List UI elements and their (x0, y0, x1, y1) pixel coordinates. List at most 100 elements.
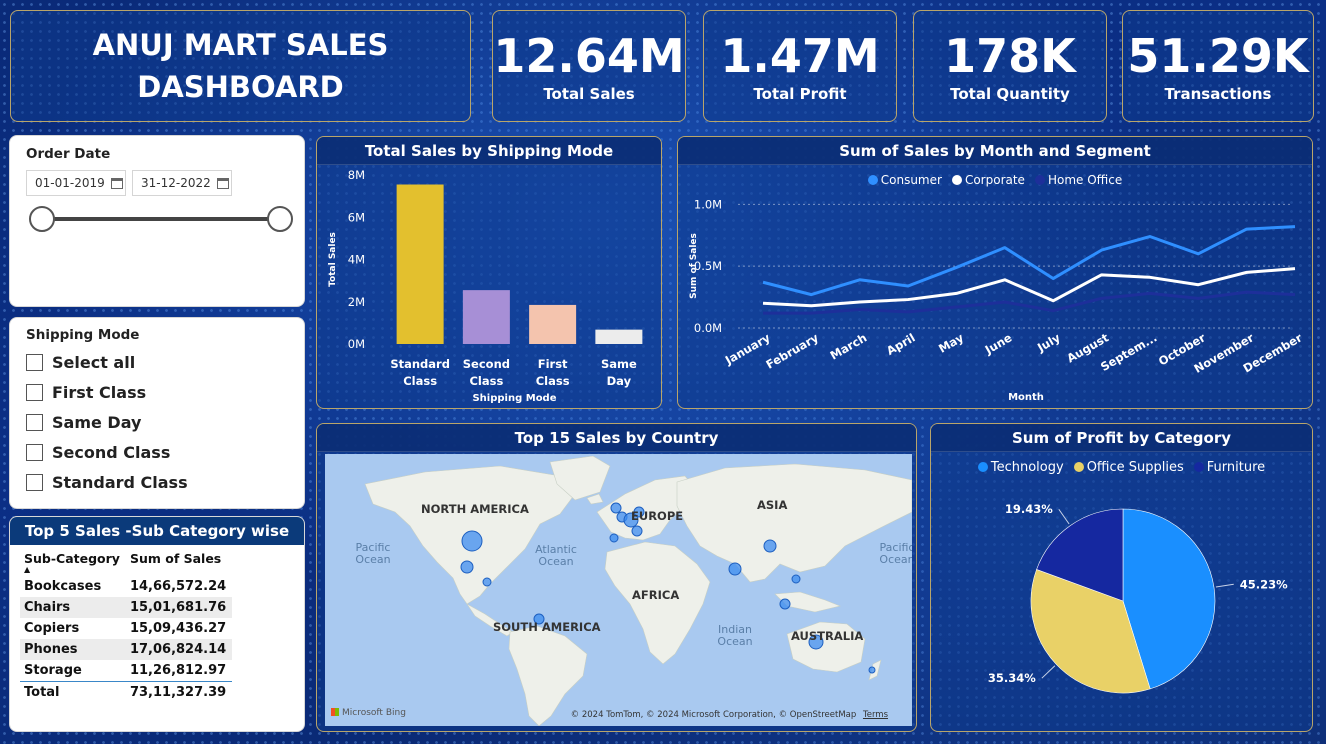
start-date-input[interactable]: 01-01-2019 (26, 170, 126, 196)
map-bubble (728, 562, 742, 576)
option-label: Second Class (52, 442, 171, 462)
y-axis-label: Total Sales (328, 232, 338, 287)
country-sales-map: Top 15 Sales by Country NORTH AMERICA EU… (316, 423, 917, 732)
map-bubble (461, 530, 483, 552)
series-line[interactable] (762, 225, 1296, 297)
bing-logo-icon (331, 708, 339, 716)
table-row[interactable]: Copiers 15,09,436.27 (20, 618, 232, 639)
kpi-total-profit: 1.47M Total Profit (703, 10, 897, 122)
slicer-option-select-all[interactable]: Select all (26, 347, 304, 377)
slicer-option-same-day[interactable]: Same Day (26, 407, 304, 437)
land-africa (604, 541, 711, 665)
ocean-label: Pacific Ocean (879, 541, 912, 566)
option-label: First Class (52, 382, 147, 402)
shipping-mode-slicer: Shipping Mode Select all First Class Sam… (9, 317, 305, 509)
y-axis-label: Sum of Sales (689, 233, 699, 299)
end-date-input[interactable]: 31-12-2022 (132, 170, 232, 196)
sort-ascending-icon[interactable]: ▲ (24, 566, 120, 574)
x-tick-label: March (828, 330, 870, 362)
leader-line (1215, 583, 1234, 588)
calendar-icon[interactable] (216, 177, 229, 189)
bar[interactable] (529, 304, 577, 344)
dashboard-title-card: ANUJ MART SALES DASHBOARD (10, 10, 471, 122)
slicer-option-standard-class[interactable]: Standard Class (26, 467, 304, 497)
option-label: Standard Class (52, 472, 188, 492)
checkbox[interactable] (26, 443, 43, 461)
series-line[interactable] (762, 267, 1296, 308)
x-axis-label: Month (1008, 392, 1044, 403)
sales-table: Sub-Category ▲ Sum of Sales Bookcases 14,6… (20, 549, 233, 703)
leader-line (1058, 508, 1070, 525)
world-map-svg (364, 455, 912, 726)
pie-chart-svg: 45.23% 35.34% 19.43% (988, 502, 1288, 694)
table-title: Top 5 Sales -Sub Category wise (10, 517, 304, 545)
column-header[interactable]: Sub-Category ▲ (20, 549, 126, 576)
map-bubble (610, 502, 622, 514)
checkbox[interactable] (26, 473, 43, 491)
bing-logo: Microsoft Bing (331, 708, 406, 718)
top5-subcategory-table: Top 5 Sales -Sub Category wise Sub-Categ… (9, 516, 305, 732)
y-tick-label: 6M (348, 210, 365, 224)
y-tick-label: 8M (348, 168, 365, 182)
profit-category-pie-chart: Sum of Profit by Category Technology Off… (930, 423, 1313, 732)
terms-link[interactable]: Terms (863, 710, 888, 720)
checkbox[interactable] (26, 353, 43, 371)
kpi-value: 51.29K (1127, 29, 1309, 83)
ocean-label: Indian Ocean (717, 623, 753, 648)
checkbox[interactable] (26, 413, 43, 431)
column-header[interactable]: Sum of Sales (126, 549, 232, 576)
slicer-option-second-class[interactable]: Second Class (26, 437, 304, 467)
kpi-value: 12.64M (493, 29, 685, 83)
kpi-total-sales: 12.64M Total Sales (492, 10, 686, 122)
kpi-total-quantity: 178K Total Quantity (913, 10, 1107, 122)
ocean-label: Atlantic Ocean (535, 543, 577, 568)
continent-label: SOUTH AMERICA (493, 620, 601, 634)
continent-label: AFRICA (632, 588, 680, 602)
continent-label: AUSTRALIA (791, 629, 864, 643)
y-tick-label: 0.0M (694, 321, 722, 335)
x-tick-label: Same Day (601, 357, 637, 388)
order-date-title: Order Date (26, 146, 111, 162)
calendar-icon[interactable] (110, 177, 123, 189)
table-row[interactable]: Chairs 15,01,681.76 (20, 597, 233, 618)
continent-label: NORTH AMERICA (421, 502, 529, 516)
slicer-option-first-class[interactable]: First Class (26, 377, 304, 407)
y-tick-label: 0M (348, 337, 365, 351)
map-bubble (779, 598, 791, 610)
x-axis-label: Shipping Mode (472, 393, 556, 404)
bar[interactable] (462, 290, 510, 344)
shipping-mode-bar-chart: Total Sales by Shipping Mode 0M 2M 4M 6M 8M T… (316, 136, 662, 409)
date-range-start-handle[interactable] (29, 206, 55, 232)
continent-label: EUROPE (631, 509, 684, 523)
kpi-label: Total Sales (543, 85, 635, 103)
month-segment-line-chart: Sum of Sales by Month and Segment Consum… (677, 136, 1313, 409)
checkbox[interactable] (26, 383, 43, 401)
x-tick-label: June (982, 330, 1015, 357)
x-tick-label: February (763, 330, 821, 371)
line-chart-svg: 0.0M0.5M1.0MSum of SalesJanuaryFebruary M… (689, 197, 1305, 403)
kpi-label: Total Profit (753, 85, 847, 103)
x-tick-label: May (936, 330, 966, 356)
table-row[interactable]: Storage 11,26,812.97 (20, 660, 232, 682)
y-tick-label: 4M (348, 253, 365, 267)
x-tick-label: July (1034, 330, 1063, 355)
x-tick-label: First Class (536, 357, 570, 388)
x-tick-label: April (884, 330, 918, 357)
slice-value-label: 45.23% (1240, 577, 1288, 591)
bar[interactable] (595, 329, 643, 344)
dashboard-title: ANUJ MART SALES DASHBOARD (92, 28, 389, 104)
bar[interactable] (396, 184, 444, 344)
date-range-end-handle[interactable] (267, 206, 293, 232)
map-canvas[interactable]: NORTH AMERICA EUROPE ASIA AFRICA SOUTH A… (325, 454, 912, 726)
chart-title: Sum of Sales by Month and Segment (678, 137, 1312, 165)
table-row[interactable]: Bookcases 14,66,572.24 (20, 576, 232, 597)
order-date-slicer: Order Date 01-01-2019 31-12-2022 (9, 135, 305, 307)
kpi-transactions: 51.29K Transactions (1122, 10, 1314, 122)
table-row[interactable]: Phones 17,06,824.14 (20, 639, 233, 660)
map-bubble (482, 577, 492, 587)
map-bubble (631, 525, 643, 537)
map-bubble (763, 539, 777, 553)
slice-value-label: 19.43% (1005, 502, 1053, 516)
map-bubble (868, 666, 876, 674)
date-range-track[interactable] (42, 217, 280, 221)
